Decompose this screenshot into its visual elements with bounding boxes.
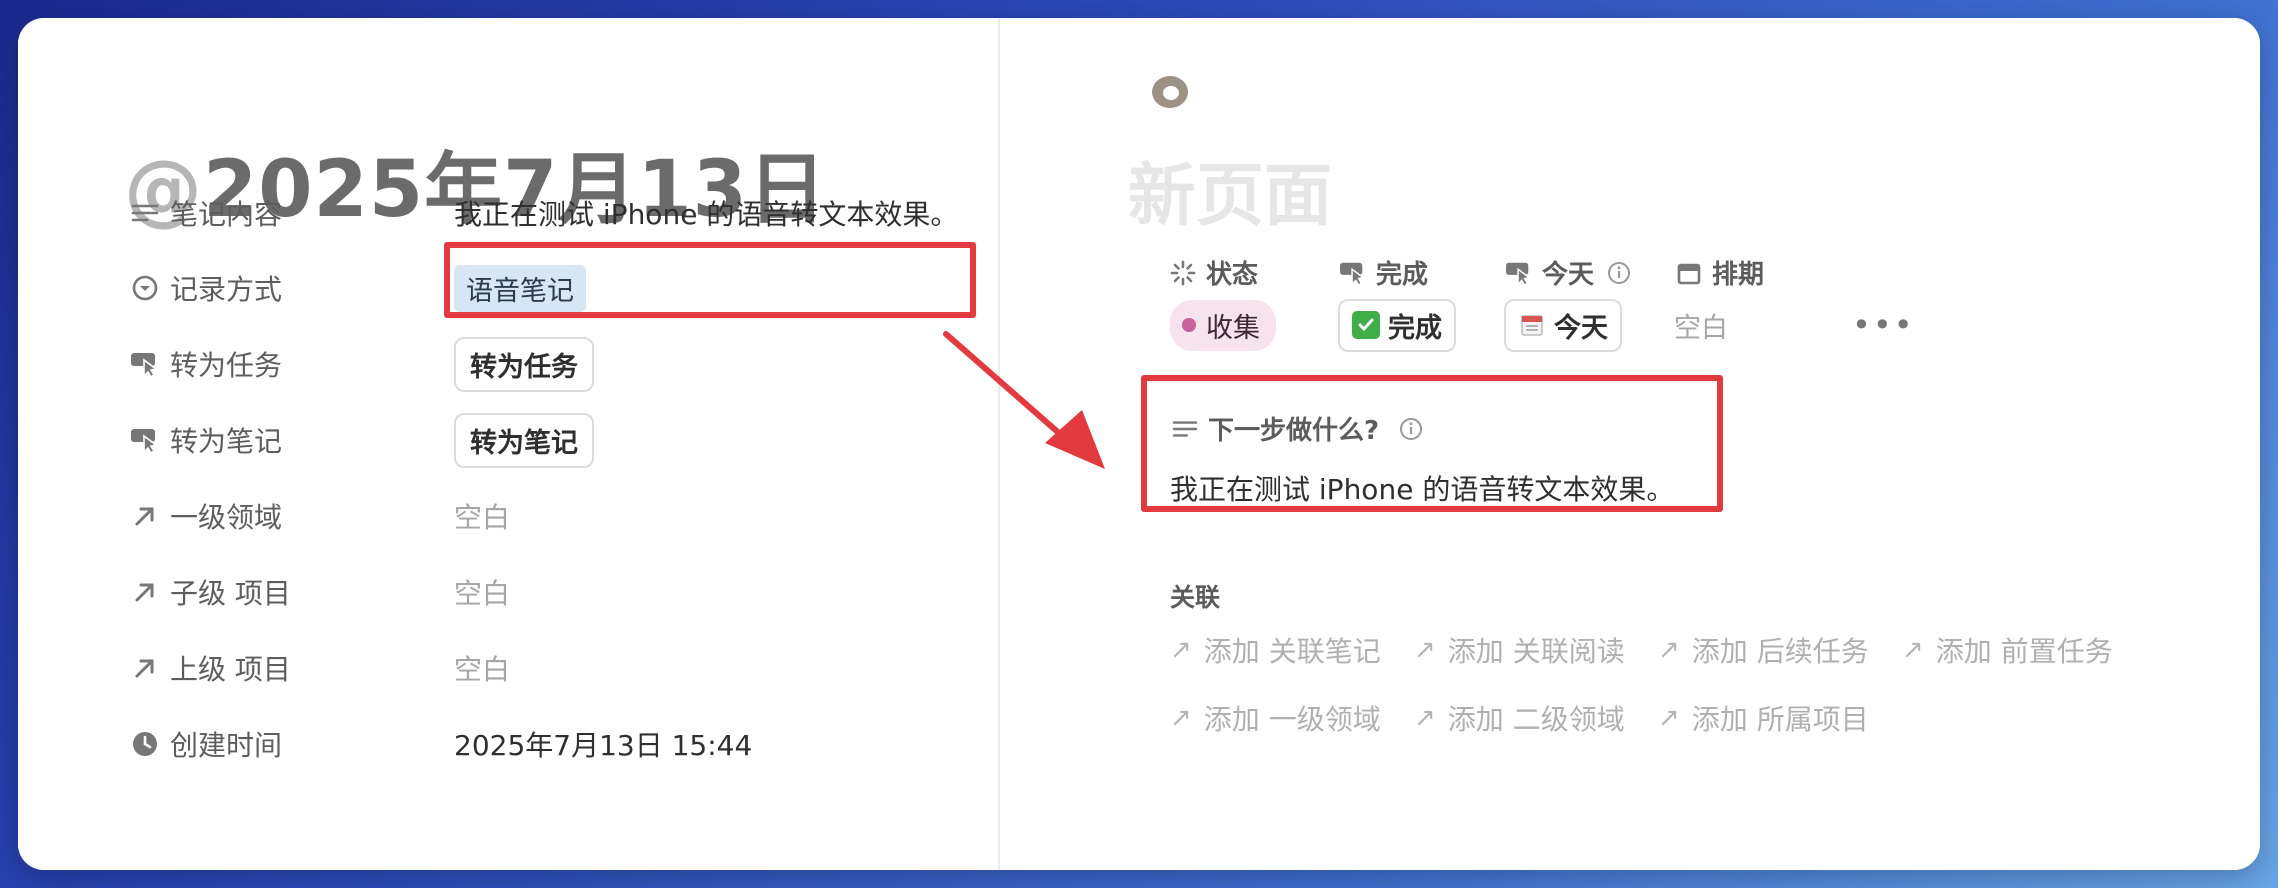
today-button[interactable]: 今天 — [1504, 298, 1622, 352]
add-parent-project-link[interactable]: ↗ 添加 所属项目 — [1658, 698, 1869, 738]
prop-head-label: 今天 — [1542, 260, 1595, 290]
prop-label: 转为笔记 — [128, 420, 454, 460]
relation-item-label: 添加 关联阅读 — [1447, 635, 1625, 668]
convert-note-value[interactable]: 转为笔记 — [454, 412, 594, 468]
prop-label: 记录方式 — [128, 268, 454, 308]
done-value[interactable]: 完成 — [1338, 298, 1456, 352]
convert-to-task-button[interactable]: 转为任务 — [454, 336, 594, 392]
relation-arrow-icon: ↗ — [1902, 635, 1924, 665]
prop-label-text: 转为任务 — [170, 349, 283, 382]
more-properties-icon[interactable]: ••• — [1852, 300, 1915, 350]
prop-label: 转为任务 — [128, 344, 454, 384]
text-lines-icon — [128, 196, 162, 230]
relation-item-label: 添加 关联笔记 — [1203, 635, 1381, 668]
prop-head-today: 今天 — [1504, 254, 1642, 291]
left-pane: @2025年7月13日 笔记内容 我正在测试 iPhone 的语音转文本效果。 … — [18, 18, 998, 870]
prop-label-text: 一级领域 — [170, 501, 283, 534]
relation-item-label: 添加 一级领域 — [1203, 703, 1381, 736]
relation-arrow-icon: ↗ — [1170, 703, 1192, 733]
prop-label-text: 记录方式 — [170, 273, 283, 306]
convert-task-value[interactable]: 转为任务 — [454, 336, 594, 392]
calendar-emoji-icon — [1518, 311, 1546, 339]
status-pill[interactable]: 收集 — [1170, 299, 1276, 351]
prop-row-primary-area[interactable]: 一级领域 空白 — [128, 486, 510, 546]
clock-icon — [128, 727, 162, 761]
button-cursor-icon — [128, 347, 162, 381]
parent-project-value[interactable]: 空白 — [454, 648, 510, 688]
prop-head-label: 完成 — [1376, 260, 1429, 290]
status-dot — [1182, 318, 1196, 332]
relation-arrow-icon: ↗ — [1170, 635, 1192, 665]
button-cursor-icon — [128, 423, 162, 457]
relation-item-label: 添加 所属项目 — [1691, 703, 1869, 736]
relation-arrow-icon: ↗ — [1658, 703, 1680, 733]
add-related-note-link[interactable]: ↗ 添加 关联笔记 — [1170, 630, 1381, 670]
prop-head-status: 状态 — [1168, 254, 1258, 291]
relation-arrow-icon — [128, 499, 162, 533]
relation-item-label: 添加 后续任务 — [1691, 635, 1869, 668]
relation-item-label: 添加 前置任务 — [1935, 635, 2113, 668]
prop-head-done: 完成 — [1338, 254, 1428, 291]
prop-label-text: 创建时间 — [170, 729, 283, 762]
right-pane: 新页面 状态 完成 今天 排期 收集 完成 今天 空白 ••• 下一步做什么? … — [1000, 18, 2260, 870]
highlight-box-note-content — [444, 242, 976, 318]
prop-head-schedule: 排期 — [1674, 254, 1764, 291]
prop-label: 上级 项目 — [128, 648, 454, 688]
add-secondary-area-link[interactable]: ↗ 添加 二级领域 — [1414, 698, 1625, 738]
relation-arrow-icon — [128, 651, 162, 685]
page-title[interactable]: 新页面 — [1128, 140, 1332, 239]
relation-item-label: 添加 二级领域 — [1447, 703, 1625, 736]
status-value[interactable]: 收集 — [1170, 299, 1276, 351]
note-content-value[interactable]: 我正在测试 iPhone 的语音转文本效果。 — [454, 193, 958, 233]
child-project-value[interactable]: 空白 — [454, 572, 510, 612]
prop-label-text: 上级 项目 — [170, 653, 291, 686]
prop-label: 子级 项目 — [128, 572, 454, 612]
prop-label-text: 子级 项目 — [170, 577, 291, 610]
add-prerequisite-task-link[interactable]: ↗ 添加 前置任务 — [1902, 630, 2113, 670]
prop-row-parent-project[interactable]: 上级 项目 空白 — [128, 638, 510, 698]
prop-label: 笔记内容 — [128, 193, 454, 233]
prop-row-child-project[interactable]: 子级 项目 空白 — [128, 562, 510, 622]
prop-row-convert-task[interactable]: 转为任务 转为任务 — [128, 334, 594, 394]
info-icon[interactable] — [1604, 258, 1634, 288]
relation-arrow-icon: ↗ — [1414, 703, 1436, 733]
prop-head-label: 状态 — [1206, 260, 1259, 290]
button-cursor-icon — [1338, 258, 1368, 288]
primary-area-value[interactable]: 空白 — [454, 496, 510, 536]
done-button[interactable]: 完成 — [1338, 298, 1456, 352]
relations-title: 关联 — [1170, 583, 1221, 612]
prop-label: 一级领域 — [128, 496, 454, 536]
relation-arrow-icon: ↗ — [1414, 635, 1436, 665]
add-related-reading-link[interactable]: ↗ 添加 关联阅读 — [1414, 630, 1625, 670]
check-mark-icon — [1352, 311, 1380, 339]
status-text: 收集 — [1206, 312, 1260, 344]
prop-row-note-content[interactable]: 笔记内容 我正在测试 iPhone 的语音转文本效果。 — [128, 183, 958, 243]
highlight-box-next-step — [1141, 375, 1723, 512]
button-cursor-icon — [1504, 258, 1534, 288]
prop-label: 创建时间 — [128, 724, 454, 764]
select-circle-icon — [128, 271, 162, 305]
prop-row-created-time[interactable]: 创建时间 2025年7月13日 15:44 — [128, 714, 752, 774]
today-label: 今天 — [1554, 312, 1608, 344]
today-value[interactable]: 今天 — [1504, 298, 1622, 352]
add-primary-area-link[interactable]: ↗ 添加 一级领域 — [1170, 698, 1381, 738]
status-spinner-icon — [1168, 258, 1198, 288]
page-emoji-icon[interactable] — [1146, 68, 1194, 116]
done-label: 完成 — [1388, 312, 1442, 344]
convert-to-note-button[interactable]: 转为笔记 — [454, 412, 594, 468]
prop-row-convert-note[interactable]: 转为笔记 转为笔记 — [128, 410, 594, 470]
prop-label-text: 笔记内容 — [170, 198, 283, 231]
created-time-value: 2025年7月13日 15:44 — [454, 729, 753, 762]
app-window: @2025年7月13日 笔记内容 我正在测试 iPhone 的语音转文本效果。 … — [18, 18, 2260, 870]
relation-arrow-icon — [128, 575, 162, 609]
add-followup-task-link[interactable]: ↗ 添加 后续任务 — [1658, 630, 1869, 670]
schedule-value[interactable]: 空白 — [1674, 300, 1728, 350]
calendar-icon — [1674, 258, 1704, 288]
prop-label-text: 转为笔记 — [170, 425, 283, 458]
relation-arrow-icon: ↗ — [1658, 635, 1680, 665]
prop-head-label: 排期 — [1712, 260, 1765, 290]
